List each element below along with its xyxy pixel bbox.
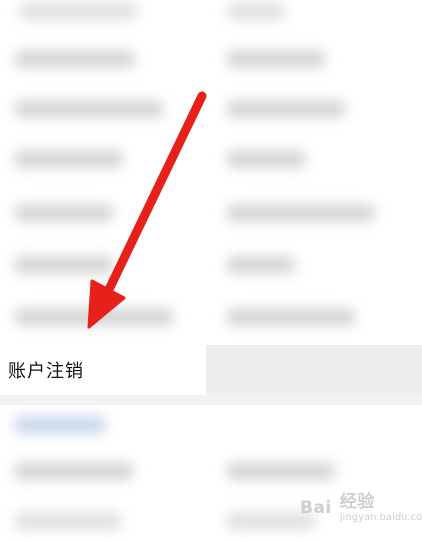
row-trailing-area [206, 345, 422, 395]
account-cancellation-label: 账户注销 [8, 361, 84, 382]
blurred-item [14, 308, 174, 326]
blurred-item [226, 50, 326, 68]
blurred-item [226, 2, 286, 20]
blurred-settings-list [0, 0, 422, 541]
blurred-item [226, 150, 306, 168]
watermark-text-group: 经验 jingyan.baidu.com [340, 493, 422, 523]
blurred-item [14, 256, 114, 274]
blurred-item [18, 2, 138, 20]
account-cancellation-item[interactable]: 账户注销 [0, 345, 206, 395]
watermark-brand-right: 经验 [339, 492, 375, 513]
blurred-item [226, 308, 356, 326]
baidu-jingyan-watermark: Bai 经验 jingyan.baidu.com [300, 486, 422, 530]
blurred-item [14, 462, 134, 480]
blurred-item [14, 100, 164, 118]
blurred-item [14, 150, 124, 168]
watermark-brand-left: Bai [300, 498, 332, 518]
blurred-item [14, 50, 136, 68]
blurred-item [14, 416, 106, 434]
blurred-item [14, 204, 114, 222]
blurred-item [226, 462, 336, 480]
blurred-item [14, 512, 122, 530]
blurred-item [226, 100, 346, 118]
settings-screen: 账户注销 Bai 经验 jingyan.baidu.com [0, 0, 422, 541]
watermark-domain: jingyan.baidu.com [339, 511, 422, 523]
section-divider [0, 395, 422, 405]
blurred-item [226, 256, 296, 274]
blurred-item [226, 204, 376, 222]
